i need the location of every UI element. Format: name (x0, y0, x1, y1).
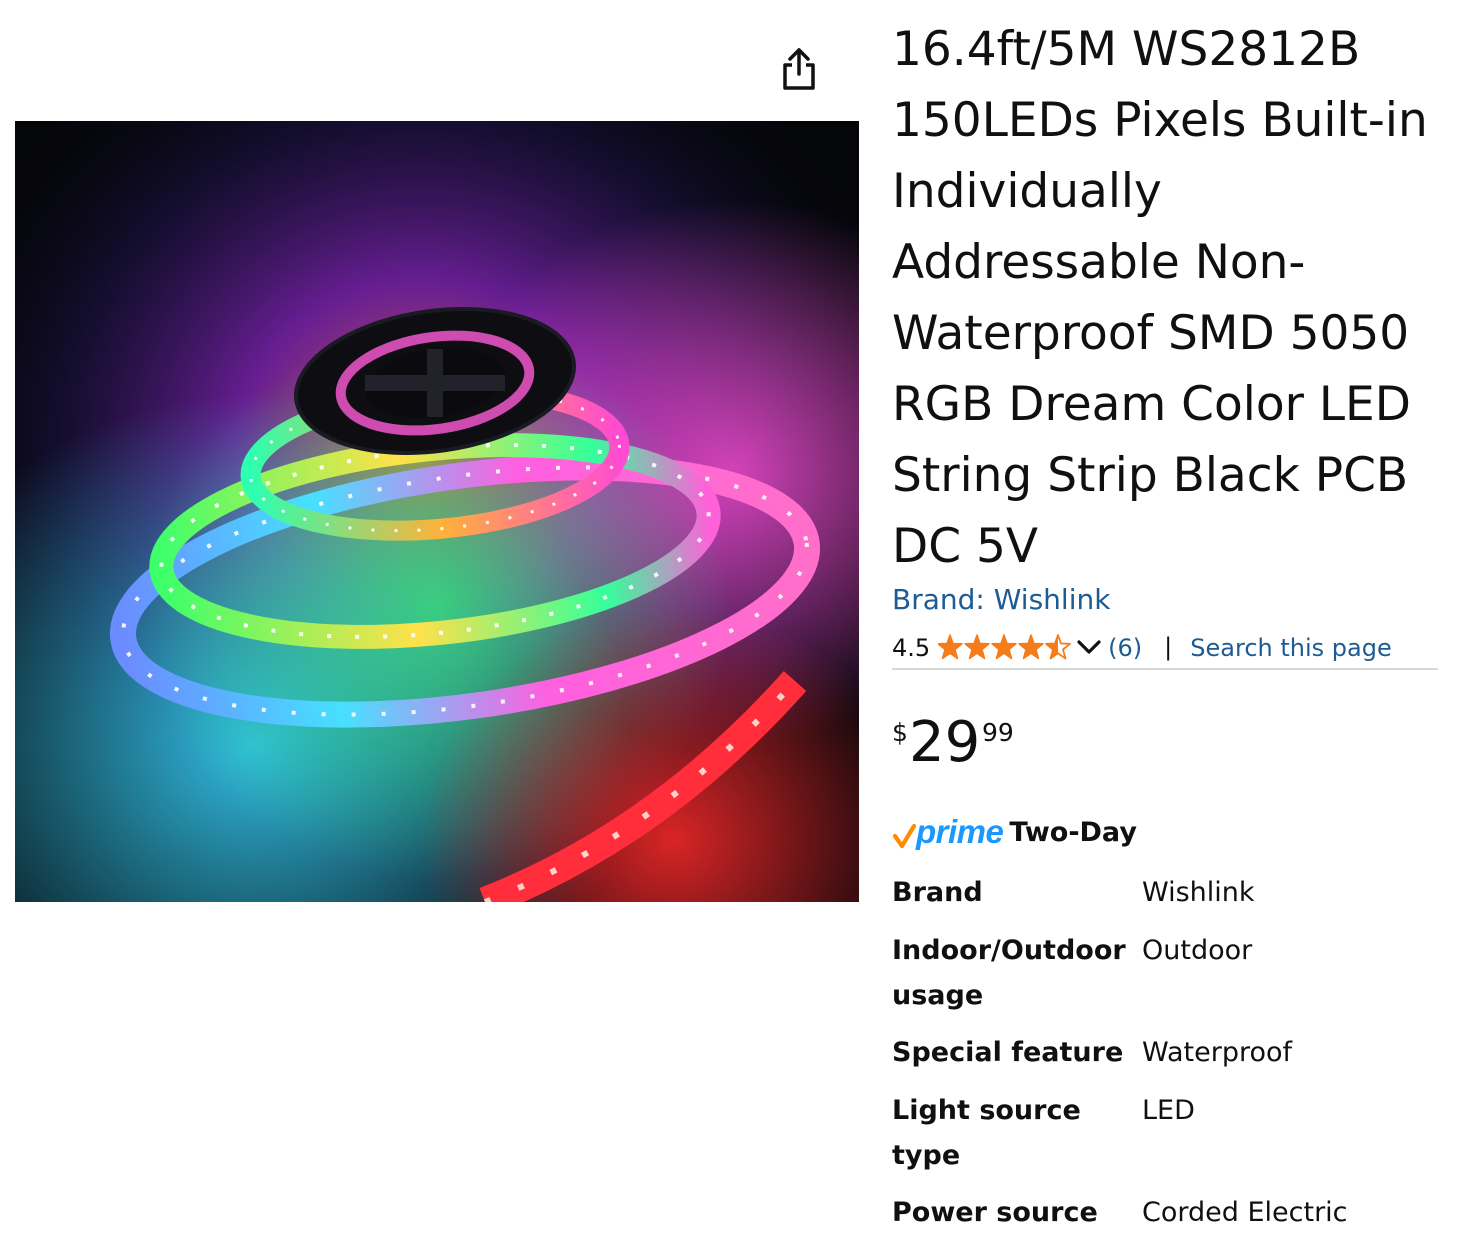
prime-wordmark: prime (916, 813, 1004, 850)
brand-link[interactable]: Brand: Wishlink (892, 583, 1110, 616)
star-rating[interactable] (937, 633, 1072, 663)
spec-value: Waterproof (1142, 1037, 1293, 1068)
product-title: 16.4ft/5M WS2812B 150LEDs Pixels Built-i… (892, 22, 1428, 574)
rating-row: 4.5 (6) | Search this page (892, 630, 1438, 670)
spec-value: Corded Electric (1142, 1197, 1348, 1228)
led-strip-image (15, 121, 859, 902)
share-button[interactable] (776, 44, 822, 94)
spec-value: Outdoor (1142, 935, 1253, 966)
star-rating-icon (937, 634, 1072, 660)
rating-value: 4.5 (892, 634, 931, 662)
spec-value: Wishlink (1142, 877, 1255, 908)
spec-label: Power source (892, 1197, 1098, 1228)
spec-value: LED (1142, 1095, 1195, 1126)
product-image[interactable] (15, 121, 859, 902)
prime-delivery: prime Two-Day (892, 810, 1137, 854)
spec-label: Indoor/Outdoor usage (892, 935, 1126, 1011)
price-whole: 29 (909, 710, 981, 775)
share-icon (783, 48, 815, 90)
chevron-down-icon[interactable] (1076, 636, 1102, 658)
price-fraction: 99 (982, 718, 1014, 747)
spec-label: Special feature (892, 1037, 1124, 1068)
price-symbol: $ (892, 718, 908, 747)
separator: | (1164, 633, 1173, 661)
ratings-count-link[interactable]: (6) (1108, 630, 1142, 666)
spec-label: Light source type (892, 1095, 1081, 1171)
prime-service: Two-Day (1009, 816, 1137, 848)
prime-check-icon (892, 823, 916, 849)
search-this-page-link[interactable]: Search this page (1190, 630, 1391, 666)
prime-logo: prime (892, 813, 1004, 850)
spec-label: Brand (892, 877, 983, 908)
